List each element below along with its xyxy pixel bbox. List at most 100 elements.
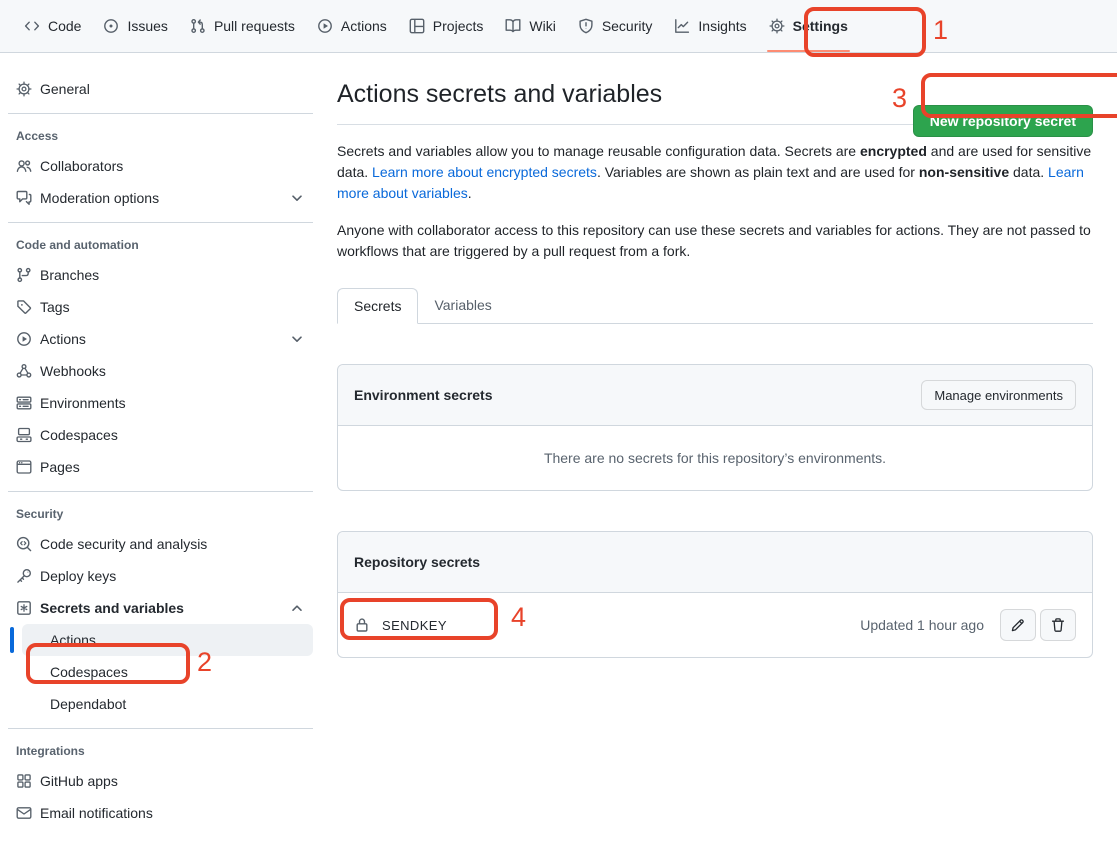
tab-label: Code (48, 18, 81, 34)
shield-icon (578, 18, 594, 34)
sidebar-subitem-codespaces[interactable]: Codespaces (22, 656, 313, 688)
tab-actions[interactable]: Actions (307, 10, 397, 42)
delete-secret-button[interactable] (1040, 609, 1076, 641)
sidebar-item-label: Webhooks (40, 363, 106, 379)
intro-text: data. (1009, 164, 1048, 180)
sidebar-section-access: Access (8, 114, 313, 150)
sidebar-item-codespaces[interactable]: Codespaces (8, 419, 313, 451)
project-icon (409, 18, 425, 34)
sidebar-item-label: Moderation options (40, 190, 159, 206)
tab-security[interactable]: Security (568, 10, 663, 42)
intro-text: Secrets and variables allow you to manag… (337, 143, 860, 159)
sidebar-item-branches[interactable]: Branches (8, 259, 313, 291)
sidebar-item-collaborators[interactable]: Collaborators (8, 150, 313, 182)
intro-bold-encrypted: encrypted (860, 143, 927, 159)
code-icon (24, 18, 40, 34)
trash-icon (1050, 617, 1066, 633)
browser-icon (16, 459, 32, 475)
sidebar-item-label: Deploy keys (40, 568, 116, 584)
git-branch-icon (16, 267, 32, 283)
settings-sidebar: General Access Collaborators Moderation … (0, 53, 321, 829)
tab-label: Settings (793, 18, 848, 34)
repository-secrets-panel: Repository secrets SENDKEY Updated 1 hou… (337, 531, 1093, 658)
play-icon (16, 331, 32, 347)
chevron-down-icon (289, 331, 305, 347)
repository-secrets-header: Repository secrets (338, 532, 1092, 593)
sidebar-item-label: Codespaces (40, 427, 118, 443)
sidebar-item-webhooks[interactable]: Webhooks (8, 355, 313, 387)
sidebar-item-label: Email notifications (40, 805, 153, 821)
tab-projects[interactable]: Projects (399, 10, 494, 42)
tag-icon (16, 299, 32, 315)
graph-icon (674, 18, 690, 34)
intro-paragraph: Secrets and variables allow you to manag… (337, 141, 1103, 204)
sidebar-item-pages[interactable]: Pages (8, 451, 313, 483)
sidebar-item-secrets-and-variables[interactable]: Secrets and variables (8, 592, 313, 624)
secret-row-actions (1000, 609, 1076, 641)
tab-label: Issues (127, 18, 167, 34)
active-tab-underline (767, 50, 850, 52)
tab-secrets[interactable]: Secrets (337, 288, 418, 324)
key-asterisk-icon (16, 600, 32, 616)
sidebar-item-deploy-keys[interactable]: Deploy keys (8, 560, 313, 592)
tab-label: Actions (341, 18, 387, 34)
sidebar-item-general[interactable]: General (8, 73, 313, 105)
new-repository-secret-button[interactable]: New repository secret (913, 105, 1093, 137)
sidebar-item-github-apps[interactable]: GitHub apps (8, 765, 313, 797)
key-icon (16, 568, 32, 584)
tab-label: Pull requests (214, 18, 295, 34)
gear-icon (769, 18, 785, 34)
sidebar-item-label: Codespaces (50, 664, 128, 680)
environment-secrets-title: Environment secrets (354, 387, 493, 403)
sidebar-item-environments[interactable]: Environments (8, 387, 313, 419)
sidebar-item-label: Tags (40, 299, 70, 315)
sidebar-item-label: GitHub apps (40, 773, 118, 789)
sidebar-subitem-actions[interactable]: Actions (22, 624, 313, 656)
intro-bold-non-sensitive: non-sensitive (919, 164, 1009, 180)
sidebar-section-security: Security (8, 492, 313, 528)
tab-insights[interactable]: Insights (664, 10, 756, 42)
sidebar-item-label: Actions (40, 331, 86, 347)
tab-pull-requests[interactable]: Pull requests (180, 10, 305, 42)
tab-code[interactable]: Code (14, 10, 91, 42)
sidebar-section-code-automation: Code and automation (8, 223, 313, 259)
repository-secrets-title: Repository secrets (354, 554, 480, 570)
gear-icon (16, 81, 32, 97)
secret-updated-timestamp: Updated 1 hour ago (860, 617, 984, 633)
secrets-variables-tabs: Secrets Variables (337, 288, 1093, 324)
tab-variables[interactable]: Variables (418, 288, 507, 323)
link-learn-encrypted-secrets[interactable]: Learn more about encrypted secrets (372, 164, 597, 180)
sidebar-subitem-dependabot[interactable]: Dependabot (22, 688, 313, 720)
environment-secrets-empty-state: There are no secrets for this repository… (338, 426, 1092, 490)
sidebar-item-label: Collaborators (40, 158, 123, 174)
server-icon (16, 395, 32, 411)
tab-issues[interactable]: Issues (93, 10, 177, 42)
intro-text: . Variables are shown as plain text and … (597, 164, 919, 180)
sidebar-item-actions[interactable]: Actions (8, 323, 313, 355)
environment-secrets-header: Environment secrets Manage environments (338, 365, 1092, 426)
sidebar-item-label: Pages (40, 459, 80, 475)
sidebar-item-label: General (40, 81, 90, 97)
sidebar-item-code-security[interactable]: Code security and analysis (8, 528, 313, 560)
sidebar-item-label: Secrets and variables (40, 600, 184, 616)
lock-icon (354, 617, 370, 633)
webhook-icon (16, 363, 32, 379)
comment-discussion-icon (16, 190, 32, 206)
sidebar-item-tags[interactable]: Tags (8, 291, 313, 323)
tab-wiki[interactable]: Wiki (495, 10, 565, 42)
edit-secret-button[interactable] (1000, 609, 1036, 641)
secret-name: SENDKEY (382, 618, 447, 633)
tab-label: Security (602, 18, 653, 34)
sidebar-item-label: Code security and analysis (40, 536, 207, 552)
sidebar-item-label: Actions (50, 632, 96, 648)
sidebar-item-email-notifications[interactable]: Email notifications (8, 797, 313, 829)
sidebar-item-label: Branches (40, 267, 99, 283)
manage-environments-button[interactable]: Manage environments (921, 380, 1076, 410)
sidebar-item-moderation-options[interactable]: Moderation options (8, 182, 313, 214)
pencil-icon (1010, 617, 1026, 633)
repo-tab-bar: Code Issues Pull requests Actions Projec… (0, 0, 1117, 53)
sidebar-section-integrations: Integrations (8, 729, 313, 765)
tab-settings[interactable]: Settings (759, 10, 858, 42)
tab-label: Insights (698, 18, 746, 34)
issue-opened-icon (103, 18, 119, 34)
